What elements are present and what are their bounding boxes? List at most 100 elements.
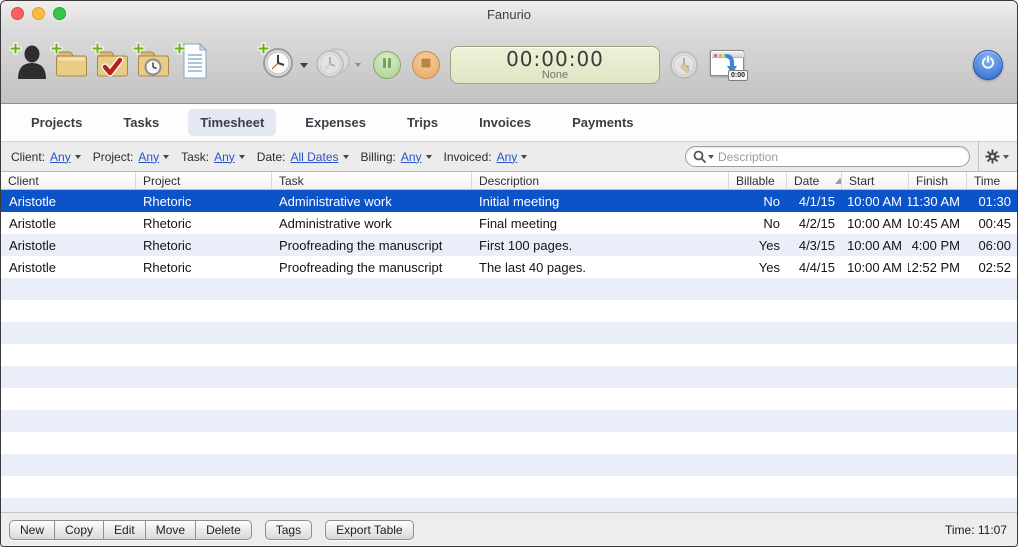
recent-timers-button[interactable] <box>314 45 352 85</box>
tab-trips[interactable]: Trips <box>395 109 450 136</box>
new-button[interactable]: New <box>9 520 54 540</box>
filter-invoiced: Invoiced: Any <box>444 150 528 164</box>
pause-icon <box>381 56 393 74</box>
table-options-button[interactable] <box>985 149 1009 164</box>
search-field[interactable] <box>685 146 970 167</box>
stop-icon <box>420 56 432 74</box>
tab-projects[interactable]: Projects <box>19 109 94 136</box>
filter-value-link[interactable]: Any <box>497 150 518 164</box>
column-header-time[interactable]: Time <box>966 172 1017 189</box>
export-table-button[interactable]: Export Table <box>325 520 414 540</box>
close-window-button[interactable] <box>11 7 24 20</box>
column-header-date[interactable]: Date <box>786 172 841 189</box>
new-client-button[interactable] <box>11 45 49 85</box>
tags-button[interactable]: Tags <box>265 520 312 540</box>
timer-task-label: None <box>542 69 568 81</box>
filter-label: Date: <box>257 150 286 164</box>
filter-value-link[interactable]: Any <box>138 150 159 164</box>
new-project-button[interactable] <box>52 45 90 85</box>
edit-time-button[interactable] <box>668 45 700 85</box>
tab-bar: Projects Tasks Timesheet Expenses Trips … <box>1 104 1017 141</box>
start-timer-button[interactable] <box>259 45 297 85</box>
empty-table-area <box>1 278 1017 512</box>
edit-button[interactable]: Edit <box>103 520 145 540</box>
status-bar: New Copy Edit Move Delete Tags Export Ta… <box>1 512 1017 546</box>
search-icon <box>693 150 706 163</box>
edit-clock-icon <box>669 50 699 85</box>
gear-icon <box>985 149 1000 164</box>
column-header-finish[interactable]: Finish <box>908 172 966 189</box>
tab-payments[interactable]: Payments <box>560 109 645 136</box>
app-window: Fanurio <box>0 0 1018 547</box>
column-header-start[interactable]: Start <box>841 172 908 189</box>
total-time-label: Time: 11:07 <box>945 523 1007 537</box>
title-bar: Fanurio <box>1 1 1017 27</box>
minimize-window-button[interactable] <box>32 7 45 20</box>
window-title: Fanurio <box>487 7 531 22</box>
timer-time: 00:00:00 <box>506 49 604 69</box>
tab-timesheet[interactable]: Timesheet <box>188 109 276 136</box>
timesheet-table: Aristotle Rhetoric Administrative work I… <box>1 190 1017 512</box>
delete-button[interactable]: Delete <box>195 520 252 540</box>
stacked-clocks-icon <box>315 46 351 85</box>
chevron-down-icon[interactable] <box>343 155 349 159</box>
filter-bar: Client: Any Project: Any Task: Any Date:… <box>1 141 1017 172</box>
power-button[interactable] <box>973 50 1003 80</box>
filter-date: Date: All Dates <box>257 150 349 164</box>
filter-label: Task: <box>181 150 209 164</box>
tab-expenses[interactable]: Expenses <box>293 109 378 136</box>
filter-value-link[interactable]: Any <box>401 150 422 164</box>
filter-client: Client: Any <box>11 150 81 164</box>
zoom-window-button[interactable] <box>53 7 66 20</box>
new-invoice-button[interactable] <box>175 45 213 85</box>
divider <box>978 141 979 172</box>
plus-icon <box>91 42 104 60</box>
plus-icon <box>9 42 22 60</box>
mini-timer-window-button[interactable]: 0:00 <box>710 50 746 80</box>
chevron-down-icon[interactable] <box>75 155 81 159</box>
filter-label: Billing: <box>361 150 396 164</box>
filter-value-link[interactable]: Any <box>214 150 235 164</box>
pause-timer-button[interactable] <box>373 51 401 79</box>
chevron-down-icon[interactable] <box>163 155 169 159</box>
tab-tasks[interactable]: Tasks <box>111 109 171 136</box>
stop-timer-button[interactable] <box>412 51 440 79</box>
plus-icon <box>50 42 63 60</box>
new-time-entry-button[interactable] <box>134 45 172 85</box>
search-scope-dropdown-arrow[interactable] <box>708 155 714 159</box>
column-header-billable[interactable]: Billable <box>728 172 786 189</box>
search-input[interactable] <box>718 150 961 164</box>
filter-label: Project: <box>93 150 134 164</box>
window-controls <box>11 7 66 20</box>
filter-label: Client: <box>11 150 45 164</box>
column-header-description[interactable]: Description <box>471 172 728 189</box>
plus-icon <box>173 42 186 60</box>
tab-invoices[interactable]: Invoices <box>467 109 543 136</box>
column-header-client[interactable]: Client <box>1 172 135 189</box>
start-timer-dropdown-arrow[interactable] <box>300 63 308 68</box>
plus-icon <box>257 42 270 60</box>
table-row[interactable]: Aristotle Rhetoric Proofreading the manu… <box>1 256 1017 278</box>
recent-timers-dropdown-arrow[interactable] <box>355 63 361 67</box>
filter-label: Invoiced: <box>444 150 492 164</box>
new-task-button[interactable] <box>93 45 131 85</box>
copy-button[interactable]: Copy <box>54 520 103 540</box>
table-row[interactable]: Aristotle Rhetoric Administrative work I… <box>1 190 1017 212</box>
chevron-down-icon[interactable] <box>1003 155 1009 159</box>
chevron-down-icon[interactable] <box>521 155 527 159</box>
timer-display: 00:00:00 None <box>450 46 660 84</box>
table-header: Client Project Task Description Billable… <box>1 172 1017 190</box>
filter-task: Task: Any <box>181 150 245 164</box>
chevron-down-icon[interactable] <box>426 155 432 159</box>
move-button[interactable]: Move <box>145 520 195 540</box>
filter-value-link[interactable]: Any <box>50 150 71 164</box>
table-row[interactable]: Aristotle Rhetoric Proofreading the manu… <box>1 234 1017 256</box>
plus-icon <box>132 42 145 60</box>
chevron-down-icon[interactable] <box>239 155 245 159</box>
column-header-project[interactable]: Project <box>135 172 271 189</box>
filter-value-link[interactable]: All Dates <box>290 150 338 164</box>
filter-billing: Billing: Any <box>361 150 432 164</box>
column-header-task[interactable]: Task <box>271 172 471 189</box>
table-row[interactable]: Aristotle Rhetoric Administrative work F… <box>1 212 1017 234</box>
filter-project: Project: Any <box>93 150 169 164</box>
